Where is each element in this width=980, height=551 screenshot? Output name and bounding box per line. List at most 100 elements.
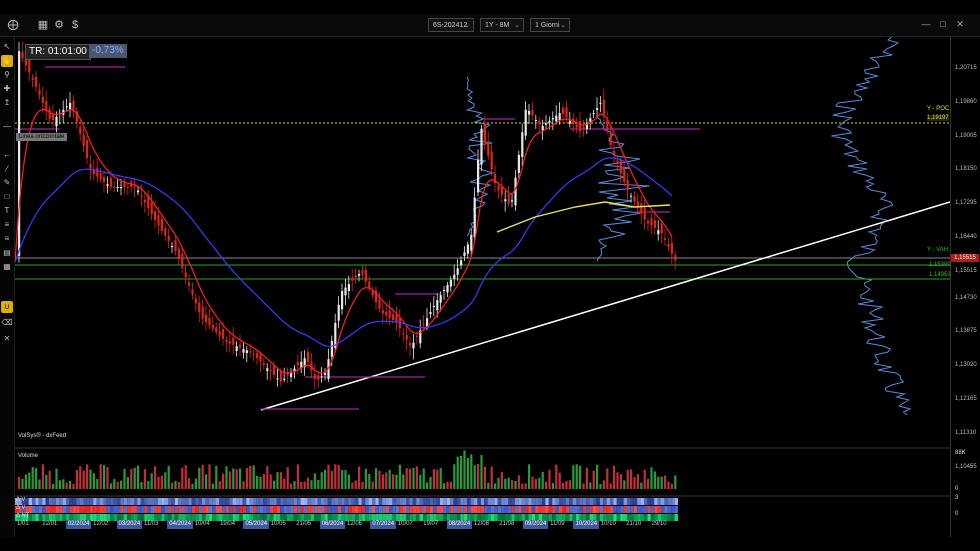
heatmap-cell	[579, 506, 583, 513]
candle-body	[96, 168, 99, 177]
heatmap-cell	[225, 498, 230, 505]
heatmap-cell	[202, 498, 206, 505]
rectangle-icon[interactable]: □	[1, 191, 13, 203]
chart-plot[interactable]	[15, 37, 950, 537]
volume-bar	[38, 479, 41, 489]
heatmap-cell	[436, 506, 440, 513]
volume-bar	[269, 474, 272, 489]
volume-bar	[460, 455, 463, 489]
arrow-icon[interactable]: ↥	[1, 97, 13, 109]
heatmap-cell	[314, 506, 318, 513]
volume-bar	[422, 468, 425, 489]
symbol-dropdown[interactable]: 6S-202412 ⌄	[428, 18, 474, 32]
heatmap-cell	[429, 506, 434, 513]
delta-v2-label: Δ V	[16, 505, 26, 511]
zoom-icon[interactable]: ⚲	[1, 69, 13, 81]
candle-body	[409, 342, 412, 346]
trendline-icon[interactable]: ∕	[1, 163, 13, 175]
volume-bar	[470, 454, 473, 489]
candle-body	[616, 160, 619, 165]
heatmap-cell	[389, 506, 393, 513]
data-source-label: VolSys® - dxFeed	[18, 433, 67, 439]
bar-chart-icon[interactable]: ▦	[36, 18, 50, 32]
profile-icon[interactable]: ▤	[1, 247, 13, 259]
volume-bar	[259, 476, 262, 489]
candle-body	[320, 376, 323, 378]
brush-icon[interactable]: ✎	[1, 177, 13, 189]
heatmap-cell	[521, 506, 525, 513]
text-icon[interactable]: T	[1, 205, 13, 217]
ruler-icon[interactable]: ▦	[1, 261, 13, 273]
magnet-icon[interactable]: ∪	[1, 301, 13, 313]
heatmap-cell	[280, 506, 284, 513]
heatmap-cell	[504, 506, 508, 513]
candle-body	[477, 160, 480, 193]
candle-body	[140, 195, 143, 197]
heatmap-cell	[304, 498, 308, 505]
date-label: 21/05	[296, 521, 312, 527]
heatmap-cell	[195, 506, 199, 513]
heatmap-cell	[661, 506, 665, 513]
heatmap-cell	[246, 506, 250, 513]
heatmap-cell	[623, 506, 627, 513]
gear-icon[interactable]: ⚙	[52, 18, 66, 32]
volume-bar	[388, 469, 391, 489]
ray-icon[interactable]: ←	[1, 149, 13, 161]
maximize-icon[interactable]: □	[937, 18, 949, 30]
close-icon[interactable]: ✕	[954, 18, 966, 30]
price-tick: 1,10455	[955, 463, 977, 470]
heatmap-cell	[338, 506, 342, 513]
candle-body	[446, 284, 449, 293]
move-icon[interactable]: ✚	[1, 83, 13, 95]
heatmap-cell	[535, 498, 539, 505]
dollar-icon[interactable]: $	[68, 18, 82, 32]
heatmap-cell	[32, 498, 36, 505]
heatmap-cell	[460, 506, 464, 513]
candle-body	[667, 244, 670, 247]
trash-icon[interactable]: ✕	[1, 333, 13, 345]
date-label: 04/2024	[167, 520, 193, 529]
candle-body	[670, 242, 673, 254]
eraser-icon[interactable]: ⌫	[1, 317, 13, 329]
volume-bar	[626, 469, 629, 489]
session-profile-outline	[596, 116, 650, 262]
heatmap-cell	[351, 506, 355, 513]
heatmap-cell	[508, 498, 512, 505]
date-axis[interactable]: 1/01 22/01 02/2024 12/02 03/2024 11/03 04/2024…	[15, 520, 675, 529]
channel-icon[interactable]: ≡	[1, 233, 13, 245]
candle-body	[592, 113, 595, 115]
heatmap-cell	[168, 498, 172, 505]
candle-body	[381, 310, 384, 314]
price-axis[interactable]: 1,20715 1,19860 1,19005 1,18150 1,17295 1,164…	[950, 37, 980, 537]
fibonacci-icon[interactable]: ≡	[1, 219, 13, 231]
heatmap-cell	[610, 506, 614, 513]
heatmap-cell	[55, 506, 60, 513]
heatmap-cell	[548, 506, 553, 513]
heatmap-cell	[470, 498, 474, 505]
volume-bar	[674, 475, 677, 489]
candle-body	[473, 197, 476, 238]
candle-body	[449, 279, 452, 287]
heatmap-cell	[494, 506, 498, 513]
candle-body	[575, 124, 578, 128]
interval-dropdown[interactable]: 1 Giorni ⌄	[530, 18, 570, 32]
heatmap-cell	[606, 498, 610, 505]
heatmap-cell	[392, 506, 396, 513]
crosshair-icon[interactable]: ⨁	[6, 18, 20, 32]
range-dropdown[interactable]: 1Y - 8M ⌄	[480, 18, 524, 32]
volume-bar	[174, 480, 177, 489]
heatmap-cell	[178, 498, 182, 505]
minimize-icon[interactable]: —	[920, 18, 932, 30]
hand-icon[interactable]: ✋	[1, 55, 13, 67]
candle-body	[660, 224, 663, 234]
heatmap-cell	[593, 506, 597, 513]
cursor-icon[interactable]: ↖	[1, 41, 13, 53]
volume-bar	[528, 464, 531, 489]
volume-bar	[79, 466, 82, 489]
volume-bar	[72, 483, 75, 489]
horizontal-line-icon[interactable]: —	[1, 121, 13, 133]
heatmap-cell	[253, 506, 257, 513]
heatmap-cell	[664, 498, 668, 505]
heatmap-cell	[348, 498, 352, 505]
volume-max-label: 88K	[955, 450, 966, 456]
